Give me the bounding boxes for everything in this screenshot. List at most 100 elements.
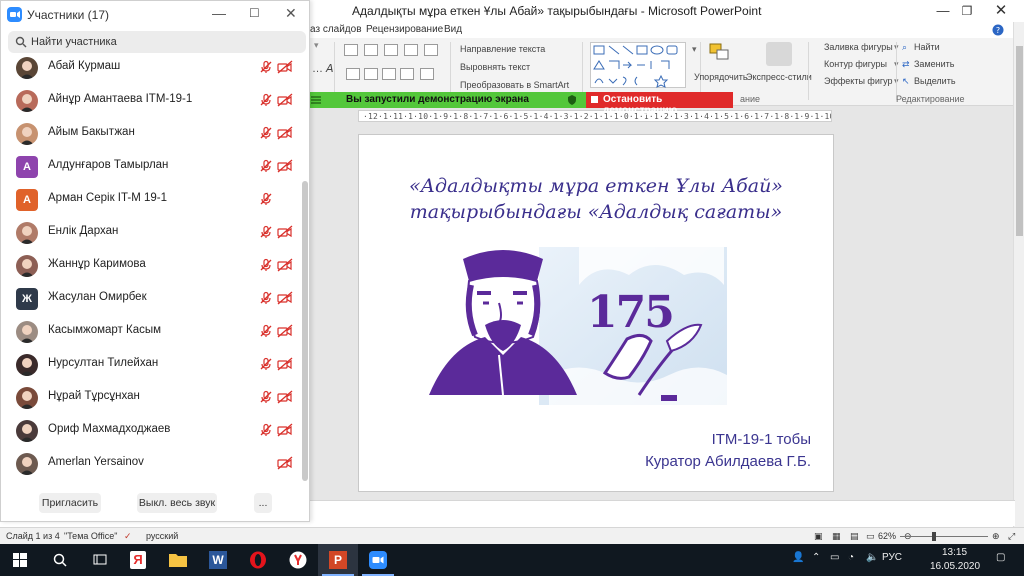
align-text-button[interactable]: Выровнять текст [460,62,530,72]
zoom-slider[interactable] [900,536,988,537]
vertical-scrollbar[interactable] [1013,22,1024,527]
decrease-indent-icon[interactable] [384,44,398,56]
people-icon[interactable]: 👤 [792,552,804,563]
arrange-button[interactable]: Упорядочить [694,72,748,82]
slideshow-view-icon[interactable]: ▭ [866,531,875,542]
arrange-icon[interactable] [708,42,732,64]
convert-smartart-button[interactable]: Преобразовать в SmartArt [460,80,569,90]
participant-row[interactable]: Абай Курмаш [1,51,301,84]
participant-search[interactable]: Найти участника [8,31,306,53]
participant-row[interactable]: Енлік Дархан [1,216,301,249]
search-input[interactable]: Найти участника [31,36,117,48]
increase-indent-icon[interactable] [404,44,418,56]
shapes-gallery-more[interactable]: ▾ [692,44,697,55]
text-direction-button[interactable]: Направление текста [460,44,545,54]
tab-view[interactable]: Вид [444,24,462,35]
participant-row[interactable]: Нұрай Тұрсұнхан [1,381,301,414]
font-controls[interactable]: ▾ [314,40,319,51]
abai-illustration[interactable] [429,245,729,410]
participant-scrollbar[interactable] [302,181,308,481]
avatar [16,57,38,79]
line-spacing-icon[interactable] [424,44,438,56]
quick-styles-button[interactable]: Экспресс-стили [746,72,812,82]
slide-curator-text[interactable]: Куратор Абилдаева Г.Б. [359,453,811,470]
align-center-icon[interactable] [364,68,378,80]
mic-off-icon [259,60,273,77]
fit-slide-icon[interactable]: ⤢ [1008,531,1015,542]
taskbar-yandex[interactable]: Я [118,544,158,576]
participant-row[interactable]: Нурсултан Тилейхан [1,348,301,381]
vertical-scroll-thumb[interactable] [1016,46,1023,236]
start-button[interactable] [0,544,40,576]
zoom-icon [369,551,387,569]
taskbar-powerpoint[interactable]: P [318,544,358,576]
theme-name[interactable]: "Тема Office" [64,531,117,541]
shape-effects-button[interactable]: Эффекты фигур [824,76,893,86]
notifications-icon[interactable]: ▢ [996,552,1005,563]
close-button[interactable]: ✕ [978,0,1024,22]
taskbar-yandex-browser[interactable] [278,544,318,576]
task-view-button[interactable] [80,544,120,576]
panel-minimize-button[interactable]: — [212,5,226,21]
input-language[interactable]: РУС [882,552,902,563]
quick-styles-icon[interactable] [766,42,792,66]
reading-view-icon[interactable]: ▤ [850,531,859,542]
bold-italic-controls[interactable]: … 𝘈 [312,62,334,75]
stop-share-button[interactable]: Остановить демонстрацию [586,92,733,116]
tab-slideshow[interactable]: аз слайдов [310,24,362,35]
panel-close-button[interactable]: ✕ [285,5,297,22]
normal-view-icon[interactable]: ▣ [814,531,823,542]
language-label[interactable]: русский [146,531,178,541]
participant-row[interactable]: Ж Жасулан Омирбек [1,282,301,315]
mute-all-button[interactable]: Выкл. весь звук [137,493,217,513]
participant-row[interactable]: Ориф Махмадходжаев [1,414,301,447]
align-left-icon[interactable] [346,68,360,80]
participant-row[interactable]: Касымжомарт Касым [1,315,301,348]
participant-row[interactable]: Айнұр Амантаева ITM-19-1 [1,84,301,117]
network-icon[interactable]: ◔ [848,552,854,563]
battery-icon[interactable]: ▭ [830,552,839,563]
invite-button[interactable]: Пригласить [39,493,101,513]
clock-date[interactable]: 16.05.2020 [930,561,980,572]
shapes-gallery[interactable] [590,42,686,88]
taskbar-explorer[interactable] [158,544,198,576]
participant-row[interactable]: Айым Бакытжан [1,117,301,150]
select-button[interactable]: Выделить [914,76,956,86]
slide-title[interactable]: «Адалдықты мұра еткен Ұлы Абай» тақырыбы… [359,173,833,225]
tab-review[interactable]: Рецензирование [366,24,443,35]
slide[interactable]: «Адалдықты мұра еткен Ұлы Абай» тақырыбы… [359,135,833,491]
taskbar-search-button[interactable] [40,544,80,576]
replace-button[interactable]: Заменить [914,59,954,69]
panel-maximize-button[interactable]: ☐ [249,6,260,20]
spellcheck-icon[interactable]: ✓ [124,531,132,542]
zoom-slider-knob[interactable] [932,532,936,541]
taskbar-word[interactable]: W [198,544,238,576]
volume-icon[interactable]: 🔈 [866,552,878,563]
participant-name: Айнұр Амантаева ITM-19-1 [48,93,193,105]
taskbar-zoom[interactable] [358,544,398,576]
find-icon: ⌕ [902,42,908,52]
taskbar-opera[interactable] [238,544,278,576]
find-button[interactable]: Найти [914,42,940,52]
shape-outline-button[interactable]: Контур фигуры [824,59,887,69]
clock-time[interactable]: 13:15 [942,547,967,558]
drag-handle-icon[interactable] [310,94,322,106]
align-right-icon[interactable] [382,68,396,80]
bullets-icon[interactable] [344,44,358,56]
shape-fill-button[interactable]: Заливка фигуры [824,42,893,52]
columns-icon[interactable] [420,68,434,80]
participant-row[interactable]: Amerlan Yersainov [1,447,301,480]
sorter-view-icon[interactable]: ▦ [832,531,841,542]
numbering-icon[interactable] [364,44,378,56]
justify-icon[interactable] [400,68,414,80]
notes-pane[interactable] [310,500,1015,526]
participant-row[interactable]: Жаннұр Каримова [1,249,301,282]
participant-row[interactable]: А Алдунғаров Тамырлан [1,150,301,183]
more-options-button[interactable]: ... [254,493,272,513]
show-hidden-icons[interactable]: ⌃ [812,552,820,563]
help-icon[interactable]: ? [986,22,1010,38]
zoom-level[interactable]: 62% [878,531,896,541]
slide-group-text[interactable]: ITM-19-1 тобы [359,431,811,448]
participant-row[interactable]: А Арман Серік IT-M 19-1 [1,183,301,216]
zoom-in-icon[interactable]: ⊕ [992,531,1000,542]
